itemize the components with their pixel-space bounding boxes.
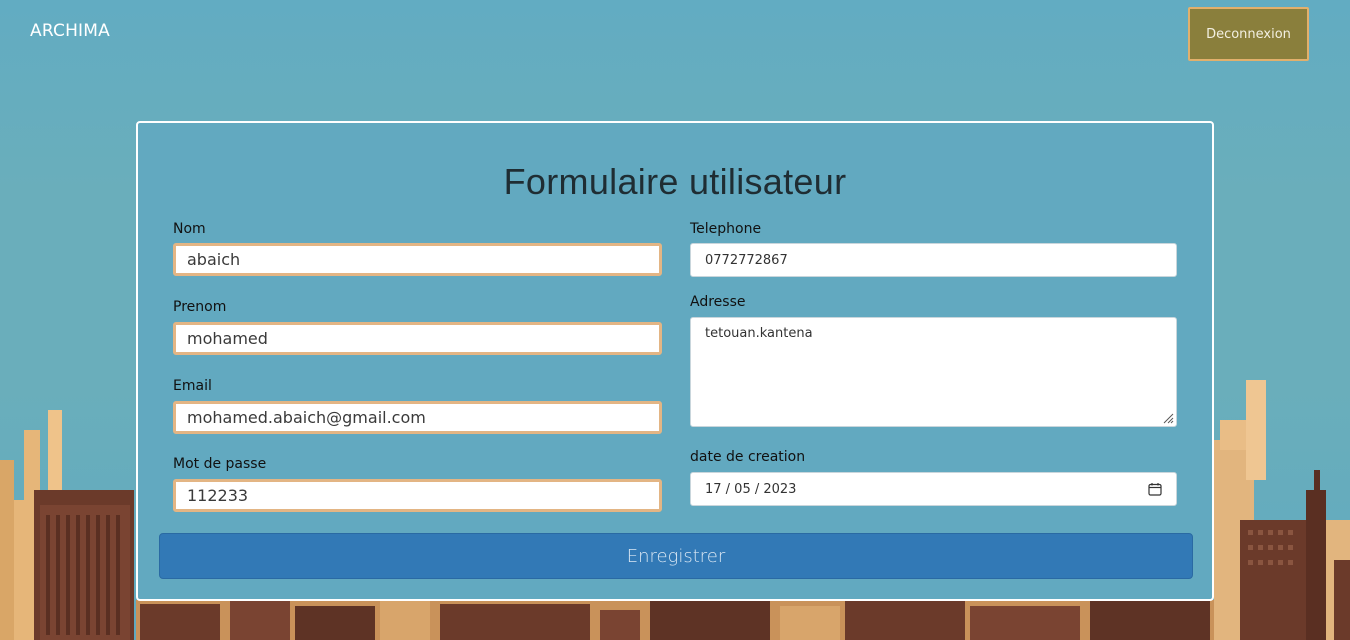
date-input[interactable]: 17 / 05 / 2023 — [690, 472, 1177, 506]
password-input[interactable]: 112233 — [173, 479, 662, 512]
prenom-input[interactable]: mohamed — [173, 322, 662, 355]
email-input[interactable]: mohamed.abaich@gmail.com — [173, 401, 662, 434]
telephone-label: Telephone — [690, 221, 762, 237]
date-label: date de creation — [690, 449, 806, 465]
nom-label: Nom — [173, 221, 206, 237]
nom-input[interactable]: abaich — [173, 243, 662, 276]
password-label: Mot de passe — [173, 456, 267, 472]
brand-logo[interactable]: ARCHIMA — [30, 21, 110, 41]
prenom-label: Prenom — [173, 299, 227, 315]
date-value: 17 / 05 / 2023 — [705, 481, 797, 497]
adresse-textarea[interactable]: tetouan.kantena — [690, 317, 1177, 427]
adresse-value: tetouan.kantena — [705, 326, 813, 341]
logout-button[interactable]: Deconnexion — [1188, 7, 1309, 61]
telephone-input[interactable]: 0772772867 — [690, 243, 1177, 277]
user-form-card: Formulaire utilisateur Nom abaich Prenom… — [136, 121, 1214, 601]
form-title: Formulaire utilisateur — [503, 161, 847, 202]
resize-grip-icon[interactable] — [1162, 412, 1174, 424]
adresse-label: Adresse — [690, 294, 746, 310]
save-button[interactable]: Enregistrer — [159, 533, 1193, 579]
email-label: Email — [173, 378, 212, 394]
calendar-icon[interactable] — [1148, 482, 1162, 496]
